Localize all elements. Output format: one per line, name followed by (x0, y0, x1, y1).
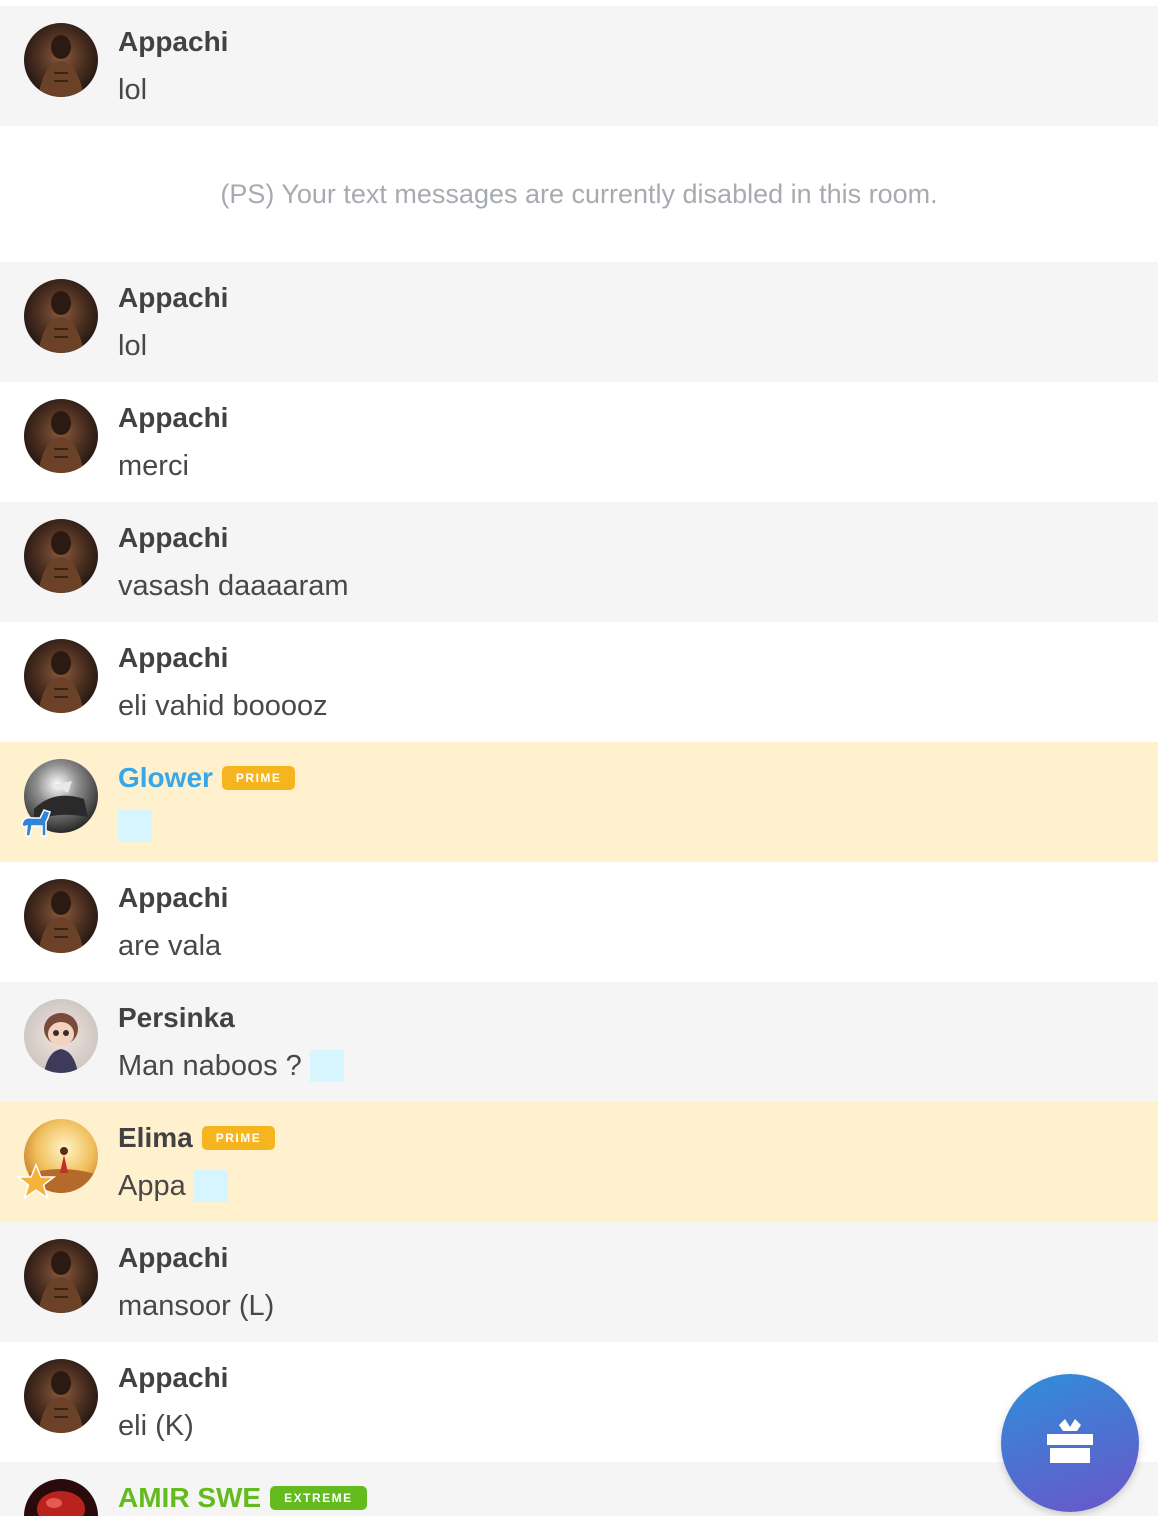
avatar[interactable] (24, 1359, 98, 1433)
username[interactable]: Appachi (118, 282, 228, 314)
avatar[interactable] (24, 1479, 98, 1516)
chat-message[interactable]: Appachi mansoor (L) (0, 1222, 1158, 1342)
chat-message[interactable]: Appachi eli vahid booooz (0, 622, 1158, 742)
avatar[interactable] (24, 999, 98, 1073)
gift-button[interactable] (1001, 1374, 1139, 1512)
gift-icon (1044, 1415, 1096, 1472)
chat-feed[interactable]: Appachi lol (PS) Your text messages are … (0, 0, 1158, 1516)
avatar[interactable] (24, 23, 98, 97)
chat-message[interactable]: Appachi are vala (0, 862, 1158, 982)
emoji-icon (118, 810, 152, 842)
username[interactable]: Appachi (118, 1362, 228, 1394)
username[interactable]: Appachi (118, 1242, 228, 1274)
avatar[interactable] (24, 279, 98, 353)
username[interactable]: Glower (118, 762, 213, 794)
system-notice-text: (PS) Your text messages are currently di… (220, 178, 938, 209)
message-text: lol (118, 329, 148, 362)
chat-message[interactable]: Persinka Man naboos ? (0, 982, 1158, 1102)
star-icon (15, 1162, 57, 1202)
system-notice: (PS) Your text messages are currently di… (0, 126, 1158, 262)
username[interactable]: Appachi (118, 882, 228, 914)
chat-message[interactable]: Glower PRIME (0, 742, 1158, 862)
avatar[interactable] (24, 519, 98, 593)
chat-message[interactable]: Elima PRIME Appa (0, 1102, 1158, 1222)
username[interactable]: Persinka (118, 1002, 235, 1034)
horse-icon (16, 802, 56, 842)
chat-message[interactable]: Appachi merci (0, 382, 1158, 502)
avatar[interactable] (24, 879, 98, 953)
username[interactable]: Appachi (118, 522, 228, 554)
message-text: mansoor (L) (118, 1289, 275, 1322)
message-text: merci (118, 449, 189, 482)
username[interactable]: Appachi (118, 642, 228, 674)
message-text: Appa (118, 1169, 186, 1202)
emoji-icon (309, 1050, 344, 1082)
avatar[interactable] (24, 399, 98, 473)
username[interactable]: Elima (118, 1122, 193, 1154)
avatar[interactable] (24, 639, 98, 713)
chat-message[interactable]: Appachi eli (K) (0, 1342, 1158, 1462)
prime-badge: PRIME (201, 1126, 276, 1150)
avatar[interactable] (24, 1239, 98, 1313)
chat-message[interactable]: Appachi lol (0, 6, 1158, 126)
emoji-icon (193, 1170, 228, 1202)
prime-badge: PRIME (221, 766, 296, 790)
username[interactable]: Appachi (118, 402, 228, 434)
extreme-badge: EXTREME (270, 1486, 367, 1510)
message-text: are vala (118, 929, 222, 962)
username[interactable]: AMIR SWE (118, 1482, 261, 1514)
chat-message[interactable]: Appachi vasash daaaaram (0, 502, 1158, 622)
username[interactable]: Appachi (118, 26, 228, 58)
chat-message[interactable]: AMIR SWE EXTREME (0, 1462, 1158, 1516)
message-text: vasash daaaaram (118, 569, 349, 602)
message-text: eli (K) (118, 1409, 194, 1442)
message-text: eli vahid booooz (118, 689, 328, 722)
message-text: lol (118, 73, 148, 106)
chat-message[interactable]: Appachi lol (0, 262, 1158, 382)
message-text: Man naboos ? (118, 1049, 302, 1082)
